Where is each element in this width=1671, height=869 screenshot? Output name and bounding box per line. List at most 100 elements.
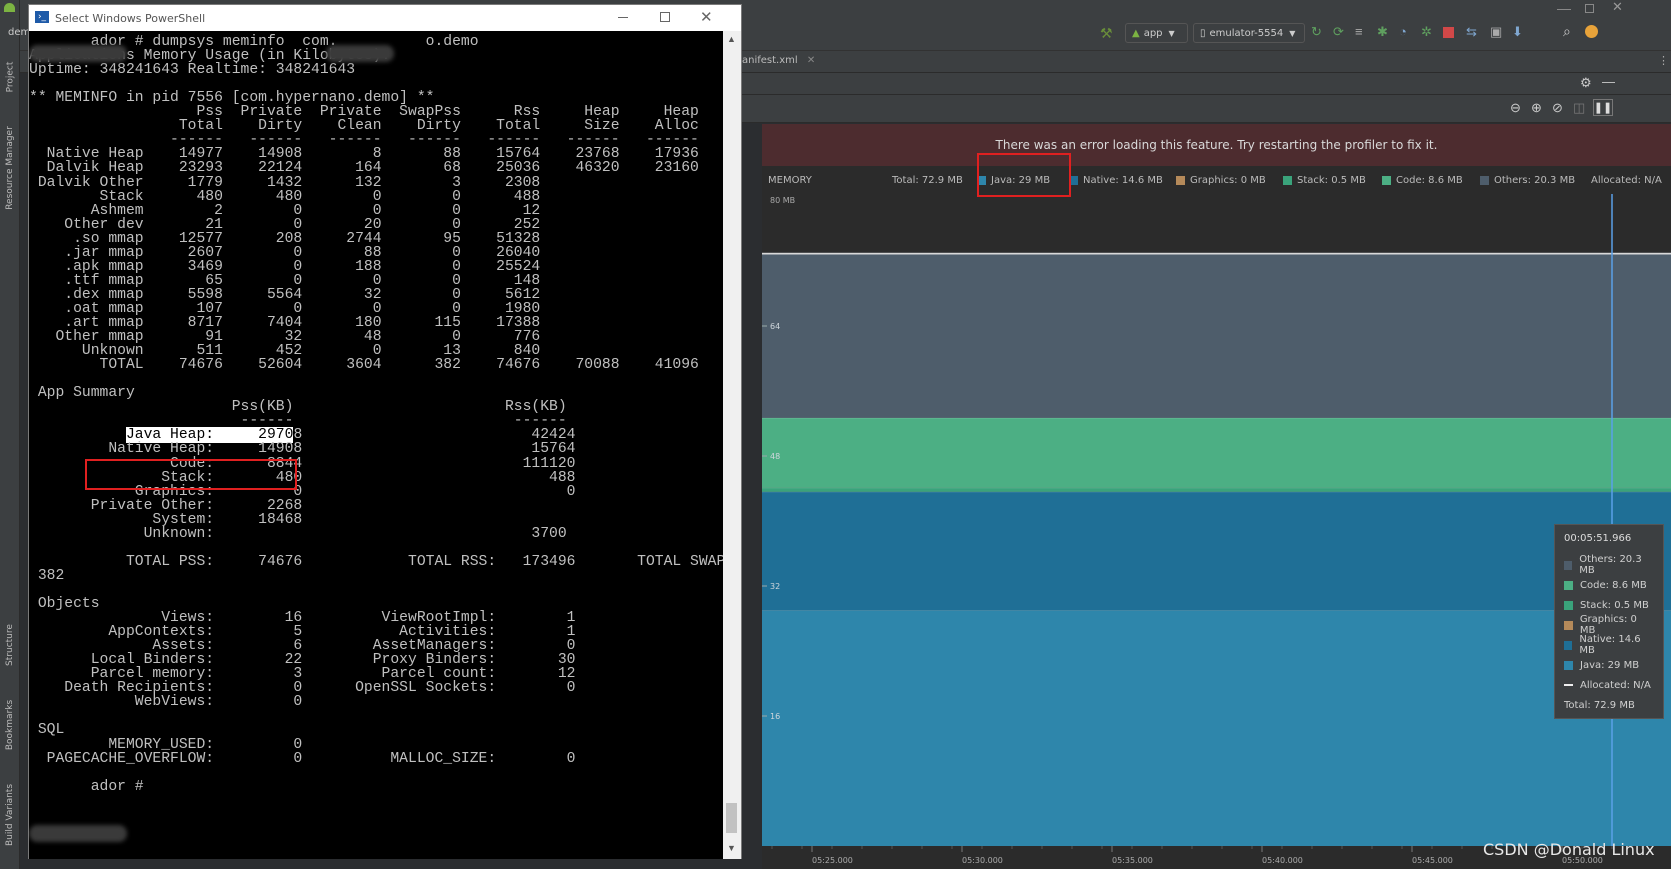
jump-to-live-icon[interactable]: ◫ — [1573, 100, 1585, 116]
area-others — [762, 252, 1671, 418]
powershell-console[interactable]: ador # dumpsys meminfo com. o.demo Applic… — [29, 31, 723, 859]
memory-chart[interactable]: 80 MB 64 48 32 16 — [762, 194, 1671, 846]
update-icon[interactable] — [1585, 25, 1598, 38]
restore-window-button[interactable] — [1585, 4, 1594, 13]
tool-tab-bookmarks[interactable]: Bookmarks — [0, 690, 20, 760]
java-legend-highlight-box — [977, 153, 1071, 197]
close-tab-icon[interactable]: ✕ — [807, 55, 815, 66]
chevron-down-icon: ▼ — [1289, 28, 1296, 38]
tooltip-row: Graphics: 0 MB — [1564, 614, 1654, 636]
powershell-scrollbar[interactable]: ▲ ▼ — [723, 31, 741, 859]
powershell-title: Select Windows PowerShell — [55, 12, 206, 25]
run-config-select[interactable]: ▲ app ▼ — [1125, 23, 1188, 43]
tool-tab-project[interactable]: Project — [0, 52, 20, 102]
console-line: WebViews: 0 — [29, 694, 303, 711]
tooltip-rows: Others: 20.3 MB Code: 8.6 MB Stack: 0.5 MB… — [1564, 554, 1654, 695]
powershell-icon: ›_ — [35, 11, 49, 23]
tooltip-row: Allocated: N/A — [1564, 675, 1654, 695]
area-native — [762, 491, 1671, 611]
device-select[interactable]: ▯ emulator-5554 ▼ — [1193, 23, 1305, 43]
sync-icon[interactable]: ⇆ — [1466, 24, 1477, 40]
debug-icon[interactable]: ✱ — [1377, 24, 1388, 40]
close-button[interactable]: ✕ — [700, 8, 713, 26]
file-tab-manifest[interactable]: anifest.xml ✕ — [742, 55, 815, 66]
scroll-thumb[interactable] — [726, 803, 737, 833]
error-message: There was an error loading this feature.… — [995, 138, 1438, 152]
tooltip-row: Native: 14.6 MB — [1564, 634, 1654, 656]
more-tabs-icon[interactable]: ⋮ — [1658, 54, 1669, 67]
zoom-in-icon[interactable]: ⊕ — [1531, 100, 1542, 116]
zoom-out-icon[interactable]: ⊖ — [1510, 100, 1521, 116]
profiler-zoom-toolbar: ⊖ ⊕ ⊘ ◫ ❚❚ — [742, 95, 1671, 123]
apply-changes-icon[interactable]: ↻ — [1311, 24, 1322, 40]
scroll-down-arrow-icon[interactable]: ▼ — [727, 843, 736, 853]
stop-icon[interactable] — [1443, 27, 1454, 38]
redacted-package-name — [326, 45, 394, 62]
area-stack — [762, 487, 1671, 492]
powershell-window[interactable]: ›_ Select Windows PowerShell ✕ ador # du… — [28, 4, 742, 859]
tooltip-swatch — [1564, 580, 1573, 590]
project-name: dem — [8, 27, 31, 38]
gear-icon[interactable]: ⚙ — [1580, 75, 1592, 91]
scroll-up-arrow-icon[interactable]: ▲ — [727, 34, 736, 44]
tooltip-row: Code: 8.6 MB — [1564, 575, 1654, 595]
list-icon[interactable]: ≡ — [1355, 24, 1363, 39]
close-window-button[interactable]: ✕ — [1612, 0, 1623, 15]
reset-zoom-icon[interactable]: ⊘ — [1552, 100, 1563, 116]
tooltip-swatch — [1564, 620, 1573, 630]
x-tick-label: 05:30.000 — [962, 856, 1003, 865]
device-label: emulator-5554 — [1209, 27, 1284, 39]
desktop: ✕ ⚒ ▲ app ▼ ▯ emulator-5554 ▼ ↻ ⟳ ≡ ✱ ◔ … — [0, 0, 1671, 869]
y-tick-label: 48 — [770, 452, 780, 461]
redacted-prompt-host — [29, 825, 127, 842]
profile-icon[interactable]: ◔ — [1399, 24, 1407, 39]
console-line: 382 — [29, 567, 65, 584]
tool-tab-structure[interactable]: Structure — [0, 615, 20, 675]
tool-tab-resource-manager[interactable]: Resource Manager — [0, 120, 20, 215]
area-code — [762, 417, 1671, 488]
y-tick-label: 64 — [770, 322, 780, 331]
error-banner: There was an error loading this feature.… — [762, 124, 1671, 166]
legend-total: Total: 72.9 MB — [892, 175, 963, 186]
console-line: TOTAL PSS: 74676 TOTAL RSS: 173496 TOTAL… — [29, 553, 723, 570]
device-manager-icon[interactable]: ▣ — [1490, 24, 1502, 40]
hide-icon[interactable]: — — [1602, 74, 1615, 89]
legend-code: Code: 8.6 MB — [1382, 175, 1463, 186]
legend-others-swatch — [1480, 176, 1489, 185]
y-axis-max-label: 80 MB — [770, 196, 795, 205]
android-icon: ▲ — [1132, 27, 1140, 39]
tooltip-row-label: Allocated: N/A — [1580, 679, 1651, 691]
legend-others: Others: 20.3 MB — [1480, 175, 1575, 186]
legend-graphics: Graphics: 0 MB — [1176, 175, 1266, 186]
sdk-manager-icon[interactable]: ⬇ — [1512, 24, 1523, 40]
tooltip-swatch — [1564, 600, 1573, 610]
memory-chart-svg: 80 MB 64 48 32 16 — [762, 194, 1671, 846]
search-icon[interactable]: ⌕ — [1563, 23, 1571, 40]
minimize-window-button[interactable] — [1557, 0, 1571, 10]
x-tick-label: 05:35.000 — [1112, 856, 1153, 865]
tooltip-row-label: Java: 29 MB — [1580, 659, 1640, 671]
minimize-button[interactable] — [618, 17, 628, 18]
file-tab-label: anifest.xml — [742, 55, 798, 66]
tool-tab-build-variants[interactable]: Build Variants — [0, 770, 20, 860]
java-heap-highlight-box — [85, 459, 297, 490]
attach-debugger-icon[interactable]: ✲ — [1421, 24, 1432, 40]
pause-icon[interactable]: ❚❚ — [1593, 99, 1613, 116]
profiler-header: ⚙ — — [742, 73, 1671, 95]
tooltip-row: Stack: 0.5 MB — [1564, 595, 1654, 615]
memory-legend: MEMORY Total: 72.9 MB Java: 29 MB Native… — [762, 166, 1671, 194]
console-line: PAGECACHE_OVERFLOW: 0 MALLOC_SIZE: 0 — [29, 750, 576, 767]
tooltip-row-label: Others: 20.3 MB — [1579, 554, 1642, 576]
left-tool-strip: dem Project Resource Manager Structure B… — [0, 0, 30, 869]
build-hammer-icon[interactable]: ⚒ — [1100, 25, 1113, 42]
tooltip-row: Others: 20.3 MB — [1564, 554, 1654, 576]
maximize-button[interactable] — [660, 12, 670, 22]
tooltip-swatch — [1564, 560, 1573, 570]
area-java — [762, 610, 1671, 846]
tooltip-time: 00:05:51.966 — [1564, 533, 1632, 544]
run-config-label: app — [1143, 27, 1163, 39]
powershell-title-bar[interactable]: ›_ Select Windows PowerShell ✕ — [29, 5, 741, 31]
x-tick-label: 05:45.000 — [1412, 856, 1453, 865]
tooltip-row-label: Code: 8.6 MB — [1580, 579, 1647, 591]
apply-code-changes-icon[interactable]: ⟳ — [1333, 24, 1344, 40]
